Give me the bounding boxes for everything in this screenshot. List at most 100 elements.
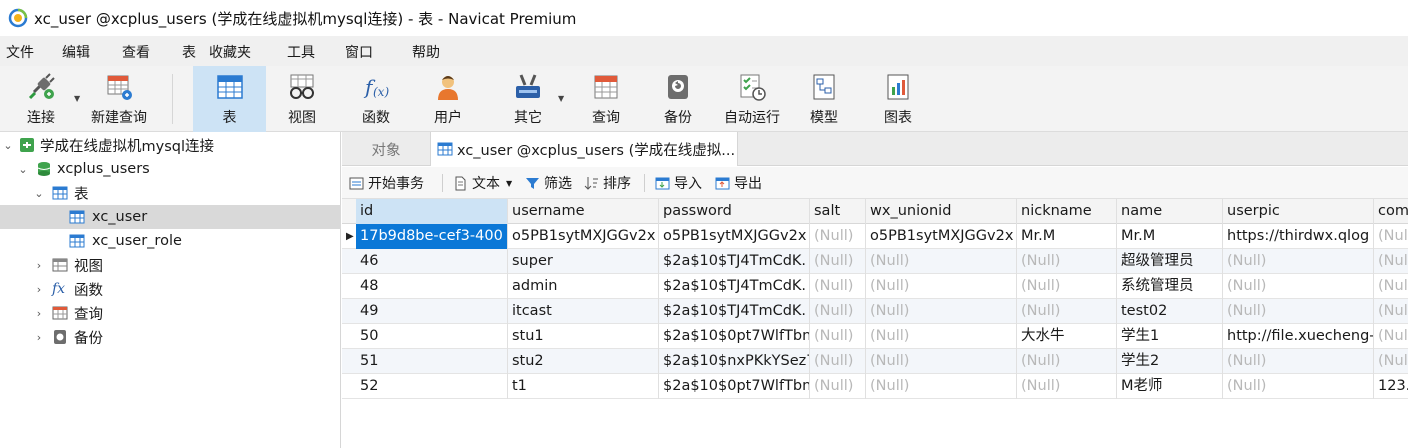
backup-button[interactable]: 备份 (646, 66, 710, 132)
chevron-right-icon[interactable]: › (33, 283, 45, 296)
table-row[interactable]: ▶ 17b9d8be-cef3-400 o5PB1sytMXJGGv2x o5PB1s… (342, 224, 1408, 249)
table-cell[interactable]: M老师 (1117, 374, 1223, 399)
table-row[interactable]: 50 stu1 $2a$10$0pt7WlfTbn (Null) (Null) 大水牛 学生… (342, 324, 1408, 349)
column-header[interactable]: id (356, 199, 508, 224)
table-cell[interactable]: (Null) (1223, 349, 1374, 374)
table-cell[interactable]: (Null) (1223, 274, 1374, 299)
table-cell[interactable]: super (508, 249, 659, 274)
table-cell[interactable]: 系统管理员 (1117, 274, 1223, 299)
table-cell[interactable]: (Null) (1017, 274, 1117, 299)
table-cell[interactable]: $2a$10$TJ4TmCdK. (659, 299, 810, 324)
chevron-right-icon[interactable]: › (33, 307, 45, 320)
menu-favorites[interactable]: 收藏夹 (209, 42, 251, 62)
table-cell[interactable]: $2a$10$0pt7WlfTbn (659, 374, 810, 399)
table-cell[interactable]: 50 (356, 324, 508, 349)
connect-dropdown-icon[interactable]: ▼ (74, 94, 80, 103)
tree-connection[interactable]: ⌄ 学成在线虚拟机mysql连接 (0, 133, 341, 157)
table-cell[interactable]: (Null) (866, 249, 1017, 274)
other-dropdown-icon[interactable]: ▼ (558, 94, 564, 103)
table-cell[interactable]: 123. (1374, 374, 1408, 399)
chevron-right-icon[interactable]: › (33, 331, 45, 344)
menu-table[interactable]: 表 (182, 42, 196, 62)
table-cell[interactable]: t1 (508, 374, 659, 399)
table-cell[interactable]: (Nul (1374, 224, 1408, 249)
table-cell[interactable]: stu1 (508, 324, 659, 349)
table-button[interactable]: 表 (193, 66, 266, 132)
menu-tools[interactable]: 工具 (287, 42, 315, 62)
connect-button[interactable]: 连接 ▼ (12, 66, 80, 132)
table-cell[interactable]: 超级管理员 (1117, 249, 1223, 274)
other-button[interactable]: 其它 ▼ (496, 66, 564, 132)
table-row[interactable]: 52 t1 $2a$10$0pt7WlfTbn (Null) (Null) (Null) M… (342, 374, 1408, 399)
column-header[interactable]: nickname (1017, 199, 1117, 224)
table-cell[interactable]: (Null) (1223, 374, 1374, 399)
table-cell[interactable]: http://file.xuecheng- (1223, 324, 1374, 349)
table-cell[interactable]: (Null) (810, 299, 866, 324)
table-cell[interactable]: (Null) (866, 349, 1017, 374)
begin-transaction-button[interactable]: 开始事务 (349, 173, 424, 193)
table-cell[interactable]: (Null) (866, 274, 1017, 299)
query-button[interactable]: 查询 (574, 66, 638, 132)
table-cell[interactable]: o5PB1sytMXJGGv2x (866, 224, 1017, 249)
column-header[interactable]: userpic (1223, 199, 1374, 224)
table-cell[interactable]: $2a$10$nxPKkYSez7 (659, 349, 810, 374)
table-cell[interactable]: 学生1 (1117, 324, 1223, 349)
table-cell[interactable]: (Null) (866, 299, 1017, 324)
table-cell[interactable]: $2a$10$TJ4TmCdK. (659, 249, 810, 274)
tree-table-xc-user[interactable]: xc_user (0, 205, 341, 229)
table-row[interactable]: 51 stu2 $2a$10$nxPKkYSez7 (Null) (Null) (Null… (342, 349, 1408, 374)
import-button[interactable]: 导入 (655, 173, 702, 193)
table-cell[interactable]: 学生2 (1117, 349, 1223, 374)
table-cell[interactable]: admin (508, 274, 659, 299)
table-cell[interactable]: 48 (356, 274, 508, 299)
column-header[interactable]: wx_unionid (866, 199, 1017, 224)
tree-database[interactable]: ⌄ xcplus_users (0, 157, 341, 181)
tree-queries-node[interactable]: › 查询 (0, 301, 341, 325)
chevron-down-icon[interactable]: ⌄ (2, 139, 14, 152)
tree-views-node[interactable]: › 视图 (0, 253, 341, 277)
table-row[interactable]: 46 super $2a$10$TJ4TmCdK. (Null) (Null) (Null… (342, 249, 1408, 274)
table-cell[interactable]: Mr.M (1017, 224, 1117, 249)
new-query-button[interactable]: 新建查询 (86, 66, 152, 132)
table-cell[interactable]: (Null) (1017, 374, 1117, 399)
tree-table-xc-user-role[interactable]: xc_user_role (0, 229, 341, 253)
chevron-right-icon[interactable]: › (33, 259, 45, 272)
table-cell[interactable]: (Null) (810, 374, 866, 399)
table-cell[interactable]: (Null) (810, 274, 866, 299)
sort-button[interactable]: 排序 (584, 173, 631, 193)
table-cell[interactable]: o5PB1sytMXJGGv2x (508, 224, 659, 249)
text-dropdown-icon[interactable]: ▼ (506, 179, 512, 188)
text-button[interactable]: 文本 ▼ (453, 173, 512, 193)
table-cell[interactable]: (Null) (1017, 299, 1117, 324)
menu-edit[interactable]: 编辑 (62, 42, 90, 62)
table-cell[interactable]: (Null) (810, 224, 866, 249)
table-cell[interactable]: (Null) (810, 349, 866, 374)
table-cell[interactable]: test02 (1117, 299, 1223, 324)
menu-view[interactable]: 查看 (122, 42, 150, 62)
table-cell[interactable]: 49 (356, 299, 508, 324)
tab-xc-user[interactable]: xc_user @xcplus_users (学成在线虚拟... (430, 132, 738, 166)
tree-backups-node[interactable]: › 备份 (0, 325, 341, 349)
table-cell[interactable]: (Null) (866, 374, 1017, 399)
view-button[interactable]: 视图 (270, 66, 334, 132)
table-row[interactable]: 49 itcast $2a$10$TJ4TmCdK. (Null) (Null) (Nul… (342, 299, 1408, 324)
menu-file[interactable]: 文件 (6, 42, 34, 62)
column-header[interactable]: com (1374, 199, 1408, 224)
table-row[interactable]: 48 admin $2a$10$TJ4TmCdK. (Null) (Null) (Null… (342, 274, 1408, 299)
column-header[interactable]: username (508, 199, 659, 224)
table-cell[interactable]: stu2 (508, 349, 659, 374)
table-cell[interactable]: (Null) (810, 324, 866, 349)
table-cell[interactable]: Mr.M (1117, 224, 1223, 249)
filter-button[interactable]: 筛选 (525, 173, 572, 193)
column-header[interactable]: name (1117, 199, 1223, 224)
export-button[interactable]: 导出 (715, 173, 762, 193)
menu-help[interactable]: 帮助 (412, 42, 440, 62)
table-cell[interactable]: itcast (508, 299, 659, 324)
table-cell[interactable]: https://thirdwx.qlog (1223, 224, 1374, 249)
column-header[interactable]: password (659, 199, 810, 224)
chevron-down-icon[interactable]: ⌄ (17, 163, 29, 176)
model-button[interactable]: 模型 (792, 66, 856, 132)
function-button[interactable]: f (x) 函数 (344, 66, 408, 132)
table-cell[interactable]: (Null) (866, 324, 1017, 349)
column-header[interactable]: salt (810, 199, 866, 224)
